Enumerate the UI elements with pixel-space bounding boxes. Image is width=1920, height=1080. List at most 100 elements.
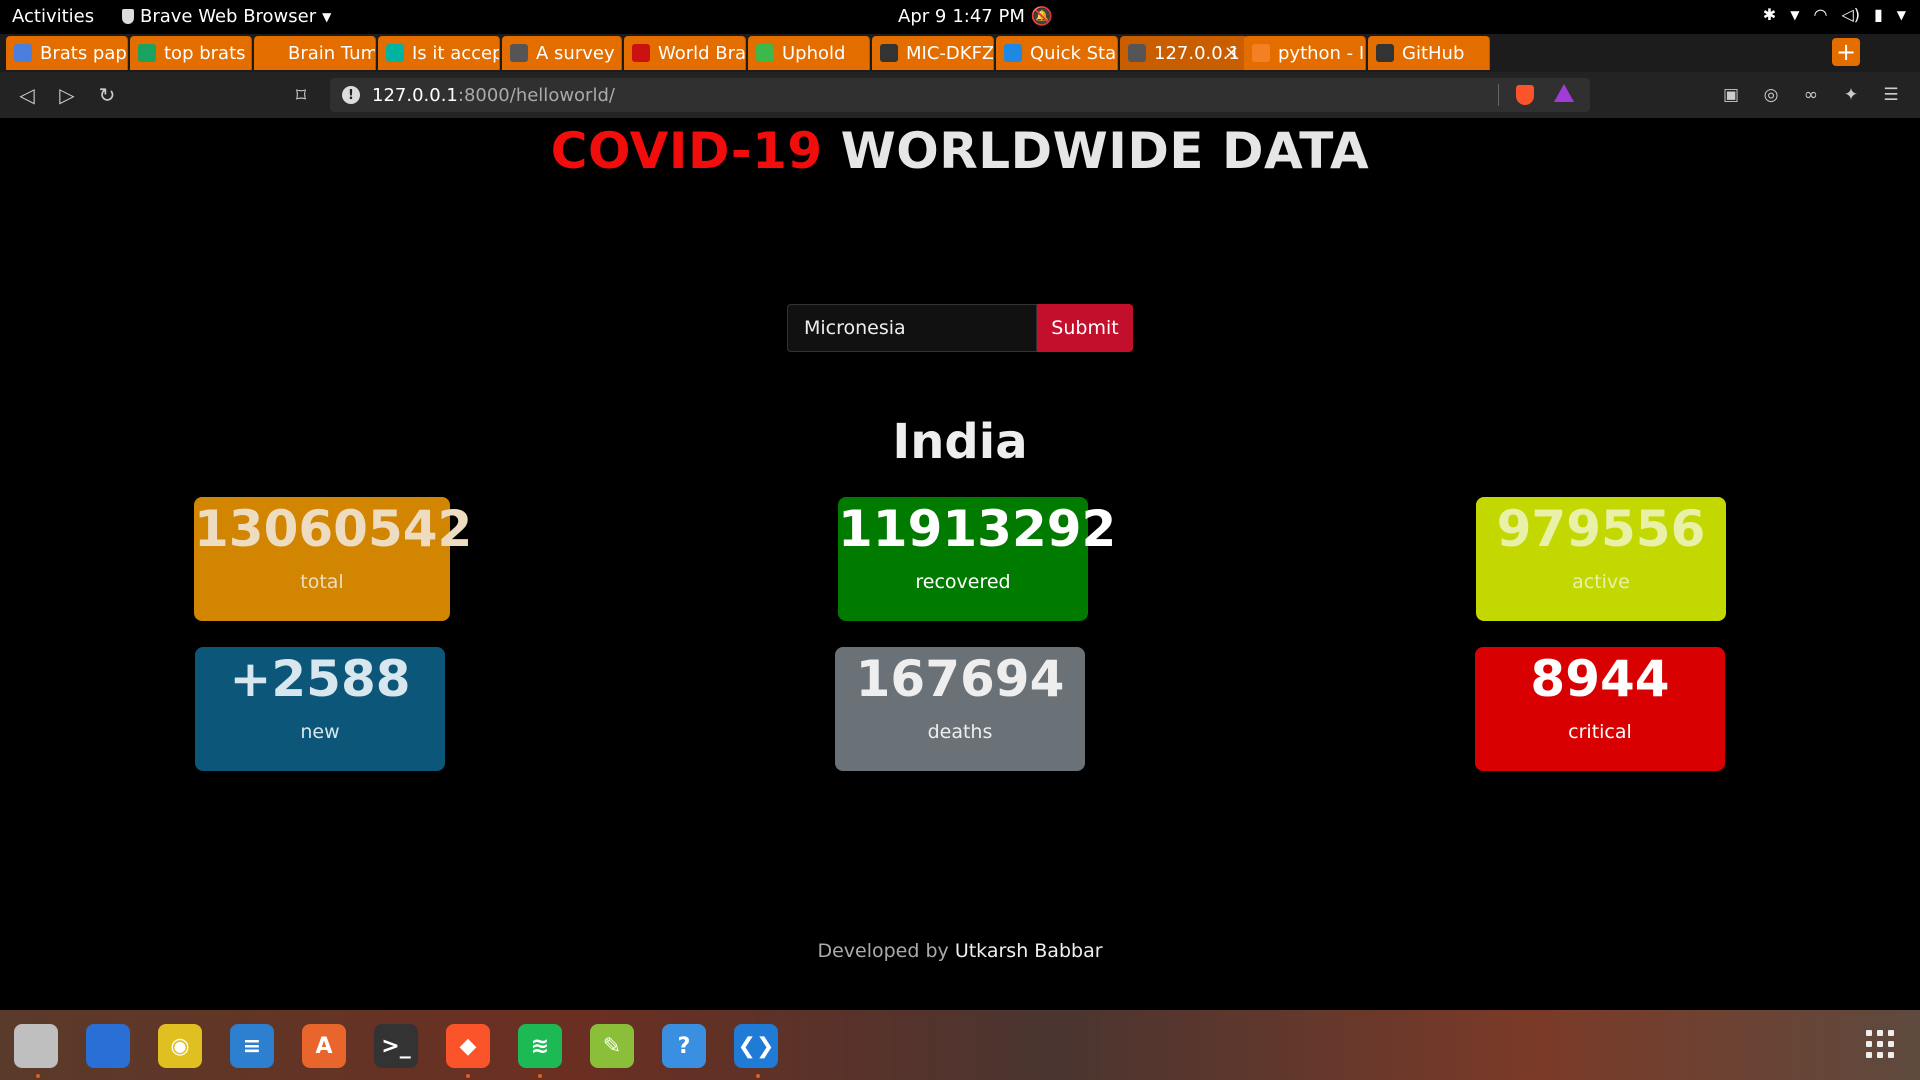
stackoverflow-icon (1252, 44, 1270, 62)
web-page: COVID-19 WORLDWIDE DATA Submit India 130… (0, 118, 1920, 1010)
stat-label: new (300, 721, 340, 743)
stat-value: 979556 (1496, 500, 1706, 558)
stat-card-deaths: 167694 deaths (835, 647, 1085, 771)
tab-title: World Brain (658, 42, 745, 64)
brain-icon (632, 44, 650, 62)
extensions-puzzle-icon[interactable]: ✦ (1840, 84, 1862, 106)
writer-icon[interactable]: ≡ (230, 1024, 274, 1068)
browser-tab[interactable]: MIC-DKFZ/n (872, 36, 994, 70)
brave-shields-icon[interactable] (1516, 85, 1534, 105)
browser-tab[interactable]: Uphold (748, 36, 870, 70)
tab-title: GitHub (1402, 42, 1465, 64)
activities-button[interactable]: Activities (12, 6, 94, 27)
close-tab-icon[interactable]: × (1224, 42, 1239, 63)
help-icon[interactable]: ? (662, 1024, 706, 1068)
spotify-icon[interactable]: ≋ (518, 1024, 562, 1068)
volume-icon: ◁) (1841, 5, 1860, 24)
files-icon[interactable] (14, 1024, 58, 1068)
tab-title: MIC-DKFZ/n (906, 42, 993, 64)
stat-label: deaths (927, 721, 993, 743)
terminal-icon[interactable]: >_ (374, 1024, 418, 1068)
globe-icon (510, 44, 528, 62)
tab-strip: Brats papers top brats pa Brain Tumor Is it… (0, 34, 1920, 72)
show-applications-icon[interactable] (1866, 1030, 1894, 1058)
forward-icon[interactable]: ▷ (54, 82, 80, 108)
extension-icon[interactable]: ∞ (1800, 84, 1822, 106)
browser-tab[interactable]: Quick Start (996, 36, 1118, 70)
date: Apr 9 (898, 6, 947, 27)
browser-tab[interactable]: top brats pa (130, 36, 252, 70)
tab-title: Brain Tumor (288, 42, 375, 64)
stat-label: total (300, 571, 344, 593)
new-tab-button[interactable]: + (1832, 38, 1860, 66)
browser-tab[interactable]: python - I ca (1244, 36, 1366, 70)
tab-title: python - I ca (1278, 42, 1365, 64)
browser-tab[interactable]: GitHub (1368, 36, 1490, 70)
vscode-icon[interactable]: ❮❯ (734, 1024, 778, 1068)
thunderbird-icon[interactable] (86, 1024, 130, 1068)
page-title: COVID-19 WORLDWIDE DATA (0, 122, 1920, 180)
title-highlight: COVID-19 (550, 122, 823, 180)
tab-title: Uphold (782, 42, 846, 64)
bookmark-icon[interactable]: ⌑ (288, 82, 314, 108)
stat-card-total: 13060542 total (194, 497, 472, 621)
rhythmbox-icon[interactable]: ◉ (158, 1024, 202, 1068)
chevron-down-icon: ▼ (322, 9, 332, 24)
url-path: :8000/helloworld/ (457, 84, 615, 106)
browser-tab[interactable]: A survey on (502, 36, 622, 70)
browser-tab[interactable]: 127.0.0.1 × (1120, 36, 1248, 70)
stat-value: +2588 (229, 650, 411, 708)
country-name: India (892, 414, 1028, 470)
browser-tab[interactable]: World Brain (624, 36, 746, 70)
tab-title: Is it accepta (412, 42, 499, 64)
stat-label: recovered (915, 571, 1011, 593)
docs-icon (14, 44, 32, 62)
app-menu[interactable]: Brave Web Browser ▼ (122, 6, 331, 27)
github-icon (880, 44, 898, 62)
back-icon[interactable]: ◁ (14, 82, 40, 108)
running-indicator (538, 1074, 542, 1078)
tab-title: A survey on (536, 42, 621, 64)
app-name: Brave Web Browser (140, 6, 317, 27)
address-bar[interactable]: ! 127.0.0.1:8000/helloworld/ (330, 78, 1590, 112)
github-icon (1376, 44, 1394, 62)
globe-icon (1128, 44, 1146, 62)
wifi-icon: ◠ (1813, 5, 1828, 24)
clock[interactable]: Apr 9 1:47 PM 🔕 (898, 6, 1053, 27)
footer-author-link[interactable]: Utkarsh Babbar (955, 940, 1103, 962)
time: 1:47 PM (952, 6, 1025, 27)
reload-icon[interactable]: ↻ (94, 82, 120, 108)
extension-icon[interactable]: ◎ (1760, 84, 1782, 106)
browser-toolbar: ◁ ▷ ↻ ⌑ ! 127.0.0.1:8000/helloworld/ ▣ ◎… (0, 72, 1920, 118)
country-search-form: Submit (787, 304, 1133, 352)
stat-value: 11913292 (838, 500, 1117, 558)
menu-icon[interactable]: ☰ (1880, 84, 1902, 106)
footer-prefix: Developed by (817, 940, 955, 962)
accessibility-icon[interactable]: ✱ (1763, 5, 1776, 24)
b-letter-icon (1004, 44, 1022, 62)
brave-app-icon (122, 9, 134, 24)
stat-card-active: 979556 active (1476, 497, 1726, 621)
country-input[interactable] (787, 304, 1037, 352)
footer: Developed by Utkarsh Babbar (0, 940, 1920, 962)
browser-tab[interactable]: Is it accepta (378, 36, 500, 70)
stat-value: 167694 (855, 650, 1065, 708)
dock: ◉ ≡ A >_ ◆ ≋ ✎? ❮❯ (0, 1010, 1920, 1080)
browser-tab[interactable]: Brats papers (6, 36, 128, 70)
running-indicator (466, 1074, 470, 1078)
battery-icon: ▮ (1873, 5, 1883, 24)
text-editor-icon[interactable]: ✎ (590, 1024, 634, 1068)
system-tray[interactable]: ✱ ▼ ◠ ◁) ▮ ▼ (1763, 5, 1906, 24)
site-info-icon[interactable]: ! (342, 86, 360, 104)
running-indicator (36, 1074, 40, 1078)
extension-icon[interactable]: ▣ (1720, 84, 1742, 106)
stat-value: 8944 (1530, 650, 1670, 708)
software-center-icon[interactable]: A (302, 1024, 346, 1068)
brave-icon[interactable]: ◆ (446, 1024, 490, 1068)
brave-rewards-icon[interactable] (1554, 84, 1574, 102)
sheets-plus-icon (138, 44, 156, 62)
e-letter-icon (262, 44, 280, 62)
submit-button[interactable]: Submit (1037, 304, 1133, 352)
running-indicator (756, 1074, 760, 1078)
browser-tab[interactable]: Brain Tumor (254, 36, 376, 70)
